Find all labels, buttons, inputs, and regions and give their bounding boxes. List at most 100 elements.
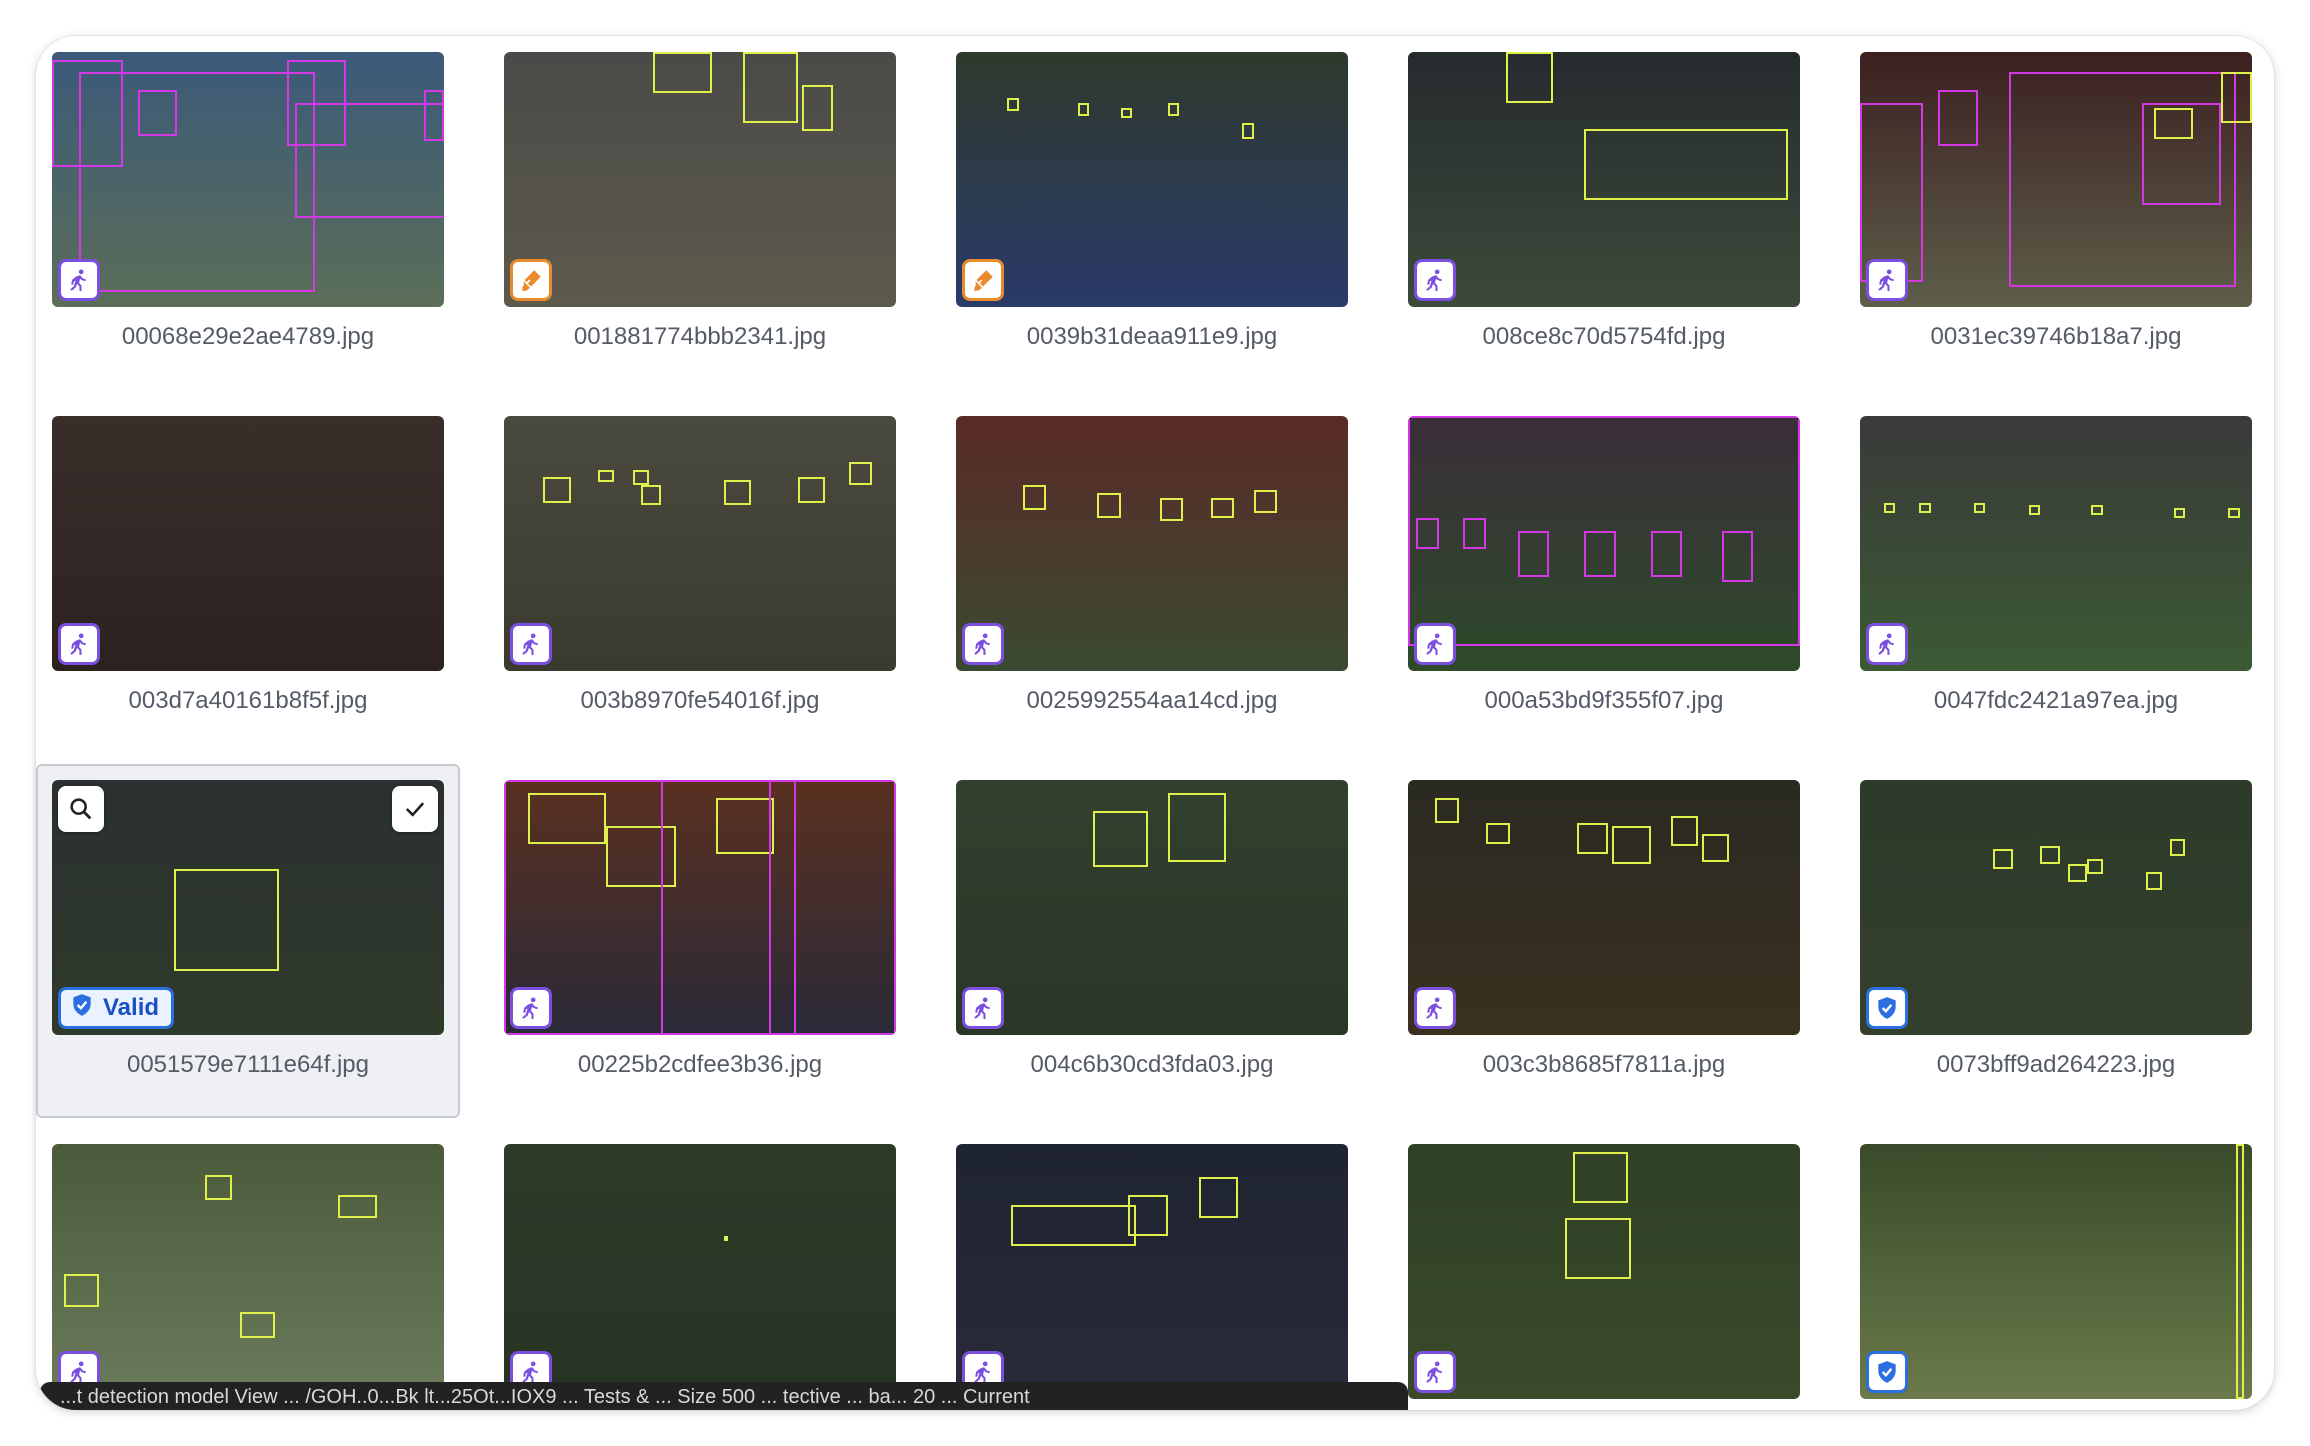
- image-thumbnail[interactable]: [52, 416, 444, 671]
- image-filename: 0073bff9ad264223.jpg: [1936, 1051, 2176, 1078]
- image-thumbnail[interactable]: [1408, 52, 1800, 307]
- image-thumbnail[interactable]: [1408, 780, 1800, 1035]
- image-card[interactable]: 0031ec39746b18a7.jpg: [1844, 36, 2268, 390]
- image-thumbnail[interactable]: [1408, 1144, 1800, 1399]
- bounding-box: [1938, 90, 1978, 147]
- bounding-box: [1651, 530, 1683, 577]
- bounding-box: [660, 780, 771, 1035]
- bounding-box: [1462, 518, 1487, 549]
- bounding-box: [2087, 859, 2104, 875]
- image-thumbnail[interactable]: [504, 416, 896, 671]
- running-person-icon[interactable]: [1414, 1351, 1456, 1393]
- image-thumbnail[interactable]: [956, 416, 1348, 671]
- image-filename: 003d7a40161b8f5f.jpg: [128, 687, 368, 714]
- image-thumbnail[interactable]: [1860, 52, 2252, 307]
- image-card[interactable]: 004c6b30cd3fda03.jpg: [940, 764, 1364, 1118]
- valid-status-badge[interactable]: Valid: [58, 987, 175, 1029]
- image-filename: 0047fdc2421a97ea.jpg: [1933, 687, 2179, 714]
- shield-check-icon[interactable]: [1866, 1351, 1908, 1393]
- shield-check-icon: [69, 992, 95, 1025]
- brush-icon[interactable]: [962, 259, 1004, 301]
- image-thumbnail[interactable]: [504, 1144, 896, 1399]
- bounding-box: [723, 1235, 728, 1241]
- image-thumbnail[interactable]: [956, 52, 1348, 307]
- bounding-box: [1670, 815, 1699, 847]
- bounding-box: [1517, 530, 1550, 577]
- image-card[interactable]: Valid 0051579e7111e64f.jpg: [36, 764, 460, 1118]
- running-person-icon[interactable]: [1414, 259, 1456, 301]
- image-card[interactable]: 0073bff9ad264223.jpg: [1844, 764, 2268, 1118]
- status-bar: ...t detection model View ... /GOH..0...…: [40, 1382, 1408, 1410]
- bounding-box: [2173, 507, 2186, 518]
- bounding-box: [848, 461, 873, 485]
- running-person-icon[interactable]: [962, 623, 1004, 665]
- image-card[interactable]: [1844, 1128, 2268, 1410]
- image-card[interactable]: [940, 1128, 1364, 1410]
- running-person-icon[interactable]: [1414, 623, 1456, 665]
- bounding-box: [1435, 797, 1459, 824]
- image-filename: 0031ec39746b18a7.jpg: [1930, 323, 2182, 350]
- image-card[interactable]: 008ce8c70d5754fd.jpg: [1392, 36, 1816, 390]
- bounding-box: [1564, 1217, 1632, 1280]
- image-thumbnail[interactable]: [956, 1144, 1348, 1399]
- image-card[interactable]: 001881774bbb2341.jpg: [488, 36, 912, 390]
- bounding-box: [1159, 497, 1184, 521]
- bounding-box: [52, 59, 123, 167]
- image-filename: 001881774bbb2341.jpg: [573, 323, 827, 350]
- bounding-box: [2220, 72, 2252, 124]
- image-thumbnail[interactable]: [1860, 1144, 2252, 1399]
- bounding-box: [1973, 502, 1986, 513]
- image-filename: 0039b31deaa911e9.jpg: [1026, 323, 1278, 350]
- select-checkbox[interactable]: [392, 786, 438, 832]
- bounding-box: [2154, 108, 2194, 139]
- image-filename: 0025992554aa14cd.jpg: [1026, 687, 1278, 714]
- brush-icon[interactable]: [510, 259, 552, 301]
- running-person-icon[interactable]: [962, 987, 1004, 1029]
- image-card[interactable]: 000a53bd9f355f07.jpg: [1392, 400, 1816, 754]
- running-person-icon[interactable]: [58, 259, 100, 301]
- valid-label: Valid: [103, 994, 160, 1021]
- bounding-box: [2228, 507, 2241, 518]
- bounding-box: [723, 479, 751, 506]
- image-thumbnail[interactable]: Valid: [52, 780, 444, 1035]
- running-person-icon[interactable]: [510, 987, 552, 1029]
- image-card[interactable]: 003d7a40161b8f5f.jpg: [36, 400, 460, 754]
- image-card[interactable]: [488, 1128, 912, 1410]
- image-card[interactable]: 0025992554aa14cd.jpg: [940, 400, 1364, 754]
- shield-check-icon[interactable]: [1866, 987, 1908, 1029]
- bounding-box: [1022, 484, 1047, 511]
- image-thumbnail[interactable]: [52, 1144, 444, 1399]
- running-person-icon[interactable]: [1866, 259, 1908, 301]
- image-card[interactable]: 0047fdc2421a97ea.jpg: [1844, 400, 2268, 754]
- image-thumbnail[interactable]: [52, 52, 444, 307]
- zoom-button[interactable]: [58, 786, 104, 832]
- image-thumbnail[interactable]: [504, 780, 896, 1035]
- image-card[interactable]: [36, 1128, 460, 1410]
- bounding-box: [1860, 103, 1923, 282]
- image-card[interactable]: [1392, 1128, 1816, 1410]
- image-filename: 003b8970fe54016f.jpg: [580, 687, 820, 714]
- bounding-box: [794, 780, 896, 1035]
- bounding-box: [2028, 505, 2041, 516]
- running-person-icon[interactable]: [58, 623, 100, 665]
- image-thumbnail[interactable]: [1860, 780, 2252, 1035]
- image-card[interactable]: 00225b2cdfee3b36.jpg: [488, 764, 912, 1118]
- image-thumbnail[interactable]: [956, 780, 1348, 1035]
- image-thumbnail[interactable]: [504, 52, 896, 307]
- bounding-box: [798, 477, 826, 503]
- bounding-box: [1918, 502, 1931, 513]
- bounding-box: [1572, 1151, 1628, 1203]
- running-person-icon[interactable]: [1414, 987, 1456, 1029]
- bounding-box: [2169, 838, 2186, 857]
- image-card[interactable]: 00068e29e2ae4789.jpg: [36, 36, 460, 390]
- image-card[interactable]: 003b8970fe54016f.jpg: [488, 400, 912, 754]
- image-thumbnail[interactable]: [1408, 416, 1800, 671]
- bounding-box: [1199, 1177, 1239, 1218]
- bounding-box: [641, 484, 661, 506]
- image-card[interactable]: 0039b31deaa911e9.jpg: [940, 36, 1364, 390]
- running-person-icon[interactable]: [1866, 623, 1908, 665]
- running-person-icon[interactable]: [510, 623, 552, 665]
- image-card[interactable]: 003c3b8685f7811a.jpg: [1392, 764, 1816, 1118]
- image-thumbnail[interactable]: [1860, 416, 2252, 671]
- bounding-box: [527, 792, 606, 844]
